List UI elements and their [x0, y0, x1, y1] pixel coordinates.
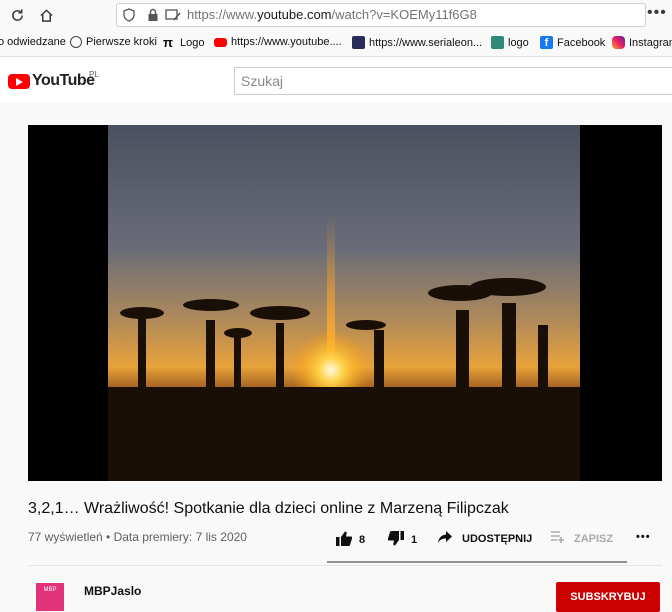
thumbs-down-icon: [387, 531, 404, 549]
reload-icon[interactable]: [8, 6, 26, 24]
site-icon: [352, 36, 365, 49]
page-actions-menu-icon[interactable]: •••: [647, 4, 667, 22]
bookmarks-bar: o odwiedzane Pierwsze kroki π Logo https…: [0, 31, 672, 57]
lock-icon[interactable]: [147, 8, 159, 27]
dislike-count: 1: [411, 534, 418, 546]
add-to-playlist-icon: [551, 531, 565, 546]
bookmark-label: https://www.youtube....: [231, 36, 342, 48]
youtube-logo[interactable]: YouTube PL: [8, 70, 99, 90]
channel-name[interactable]: MBPJaslo: [84, 584, 141, 598]
more-actions-label: •••: [636, 531, 651, 543]
bookmark-facebook[interactable]: f Facebook: [540, 36, 605, 49]
permissions-icon[interactable]: [165, 8, 181, 27]
facebook-icon: f: [540, 36, 553, 49]
url-prefix: https://www.: [187, 7, 258, 22]
subscribe-button[interactable]: SUBSKRYBUJ: [556, 582, 660, 612]
save-label: ZAPISZ: [574, 532, 614, 545]
region-code: PL: [89, 70, 99, 79]
share-label: UDOSTĘPNIJ: [462, 532, 533, 545]
url-text[interactable]: https://www.youtube.com/watch?v=KOEMy11f…: [187, 7, 477, 22]
search-placeholder: Szukaj: [241, 73, 284, 89]
bookmark-label: Logo: [180, 36, 205, 49]
bookmark-label: Pierwsze kroki: [86, 36, 157, 48]
search-input[interactable]: Szukaj: [234, 67, 672, 95]
share-button[interactable]: UDOSTĘPNIJ: [438, 531, 532, 546]
channel-avatar[interactable]: MBP: [36, 583, 64, 611]
bookmark-serialeonline[interactable]: https://www.serialeon...: [352, 36, 482, 49]
thumbs-up-icon: [336, 531, 353, 549]
bookmark-label: Instagram: [629, 36, 672, 49]
video-player[interactable]: [28, 125, 662, 481]
video-view-count-and-date: 77 wyświetleń • Data premiery: 7 lis 202…: [28, 530, 247, 544]
bookmark-label: https://www.serialeon...: [369, 36, 483, 49]
bookmark-getting-started[interactable]: Pierwsze kroki: [70, 36, 157, 48]
save-button[interactable]: ZAPISZ: [551, 531, 613, 546]
youtube-header: YouTube PL Szukaj: [0, 57, 672, 103]
bookmark-logo-image[interactable]: logo: [491, 36, 529, 49]
bookmark-label: logo: [508, 36, 529, 49]
like-count: 8: [359, 534, 366, 546]
bookmark-label: Facebook: [557, 36, 606, 49]
like-button[interactable]: 8: [336, 531, 365, 549]
more-actions-icon[interactable]: •••: [636, 531, 651, 543]
instagram-icon: [612, 36, 625, 49]
dislike-button[interactable]: 1: [387, 531, 418, 549]
url-bar[interactable]: https://www.youtube.com/watch?v=KOEMy11f…: [116, 3, 646, 27]
home-icon[interactable]: [37, 6, 55, 24]
video-title: 3,2,1… Wrażliwość! Spotkanie dla dzieci …: [28, 500, 509, 517]
divider: [28, 565, 662, 566]
share-icon: [438, 531, 452, 546]
youtube-icon: [214, 37, 227, 47]
url-path: /watch?v=KOEMy11f6G8: [331, 7, 477, 22]
bookmark-instagram[interactable]: Instagram: [612, 36, 672, 49]
bookmark-youtube[interactable]: https://www.youtube....: [214, 36, 342, 48]
image-icon: [491, 36, 504, 49]
avatar-text: MBP: [43, 587, 57, 593]
pi-icon: π: [163, 35, 173, 50]
youtube-play-icon: [8, 73, 30, 89]
bookmark-label: o odwiedzane: [0, 36, 66, 48]
logo-text: YouTube: [32, 72, 95, 89]
url-domain: youtube.com: [257, 7, 332, 22]
video-thumbnail: [108, 125, 580, 481]
bookmark-logo[interactable]: π Logo: [163, 36, 204, 49]
sentiment-bar: [327, 561, 627, 563]
tracking-shield-icon[interactable]: [123, 8, 135, 27]
bookmark-most-visited[interactable]: o odwiedzane: [0, 36, 66, 48]
browser-toolbar: https://www.youtube.com/watch?v=KOEMy11f…: [0, 0, 672, 31]
globe-icon: [70, 36, 82, 48]
